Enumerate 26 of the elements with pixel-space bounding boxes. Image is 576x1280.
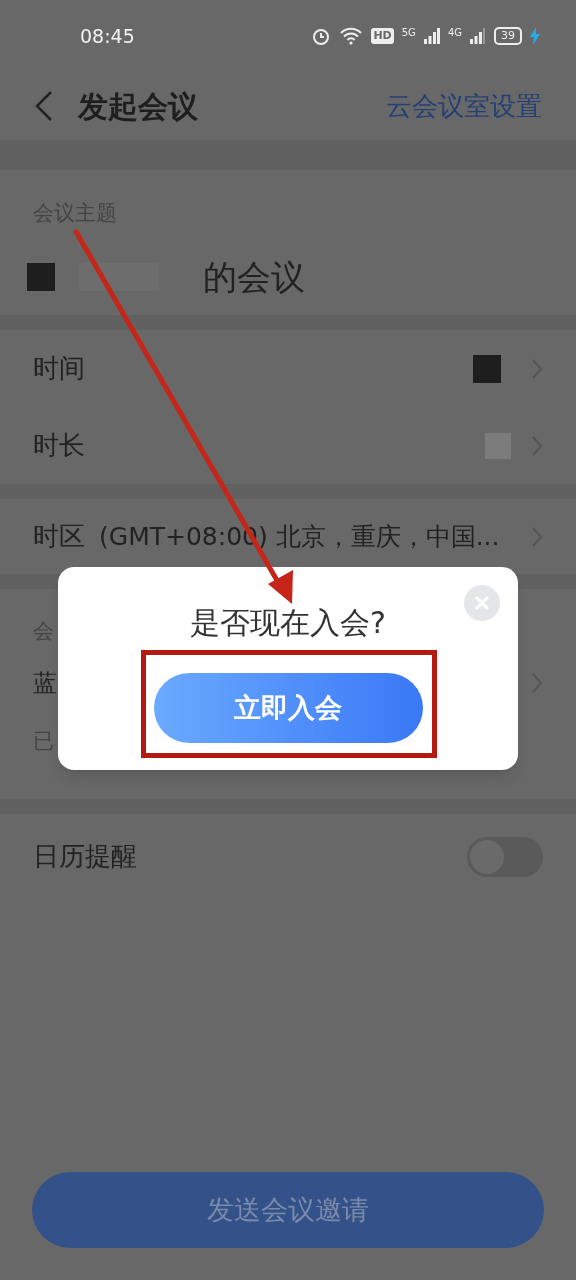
back-icon[interactable] (34, 90, 54, 122)
subject-input[interactable]: 的会议 (203, 251, 305, 303)
alarm-icon (311, 26, 332, 46)
battery-level: 39 (494, 27, 522, 45)
wifi-icon (339, 27, 364, 45)
row-label[interactable]: 时间 (33, 349, 85, 388)
join-now-button[interactable]: 立即入会 (153, 673, 423, 743)
row-label[interactable]: 时区 (33, 517, 85, 556)
row-label: 蓝 (33, 668, 57, 699)
send-invite-button[interactable]: 发送会议邀请 (32, 1172, 544, 1248)
close-button[interactable] (464, 585, 500, 621)
signal-icon (423, 28, 440, 44)
redaction-block (27, 263, 55, 291)
row-label[interactable]: 时长 (33, 426, 85, 465)
network-indicator: 4G (447, 28, 462, 38)
charging-icon (530, 27, 540, 45)
hd-indicator: HD (371, 28, 394, 44)
signal-icon (470, 28, 486, 44)
dialog-title: 是否现在入会? (190, 604, 386, 642)
clock-time: 08:45 (80, 23, 135, 49)
row-label: 日历提醒 (33, 840, 137, 873)
page-title: 发起会议 (78, 87, 198, 126)
settings-link[interactable]: 云会议室设置 (386, 86, 542, 126)
network-indicator: 5G (401, 28, 416, 38)
redaction-block (473, 354, 501, 383)
close-icon (474, 595, 490, 611)
